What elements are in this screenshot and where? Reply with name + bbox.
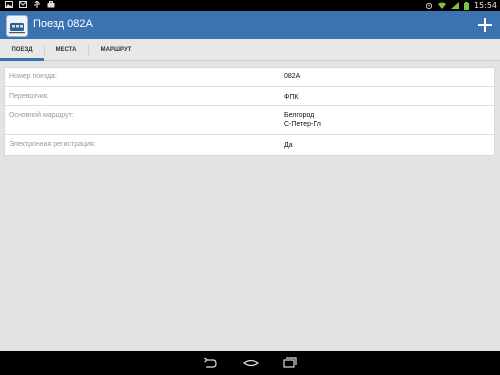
tab-train[interactable]: ПОЕЗД — [0, 39, 44, 61]
detail-value-line2: С-Петер-Гл — [284, 121, 321, 128]
status-time: 15:54 — [473, 1, 497, 10]
tab-bar: ПОЕЗД МЕСТА МАРШРУТ — [0, 39, 500, 61]
detail-label: Основной маршрут: — [9, 112, 74, 119]
detail-row-eregistration: Электронная регистрация: Да — [5, 135, 494, 155]
image-icon — [5, 1, 13, 8]
detail-label: Номер поезда: — [9, 73, 57, 80]
briefcase-icon — [47, 1, 55, 8]
navigation-bar — [0, 351, 500, 375]
back-icon[interactable] — [203, 357, 217, 369]
detail-row-route: Основной маршрут: Белгород С-Петер-Гл — [5, 106, 494, 135]
detail-label: Электронная регистрация: — [9, 141, 96, 148]
train-details-card: Номер поезда: 082А Перевозчик: ФПК Основ… — [4, 67, 495, 156]
train-icon — [9, 23, 25, 34]
tab-seats[interactable]: МЕСТА — [44, 39, 88, 61]
plus-icon[interactable] — [476, 16, 494, 34]
status-bar: 15:54 — [0, 0, 500, 11]
detail-row-number: Номер поезда: 082А — [5, 68, 494, 87]
battery-icon — [463, 1, 469, 10]
home-icon[interactable] — [243, 357, 259, 369]
detail-value: 082А — [284, 73, 301, 80]
mail-icon — [19, 1, 27, 8]
detail-row-carrier: Перевозчик: ФПК — [5, 87, 494, 106]
alarm-icon — [425, 2, 432, 9]
recent-apps-icon[interactable] — [283, 357, 297, 369]
signal-icon — [450, 2, 459, 9]
wifi-icon — [437, 2, 446, 9]
detail-label: Перевозчик: — [9, 93, 49, 100]
app-logo-icon[interactable] — [6, 15, 28, 37]
tab-route[interactable]: МАРШРУТ — [88, 39, 144, 61]
usb-icon — [34, 1, 40, 8]
detail-value: ФПК — [284, 94, 299, 101]
detail-value-line1: Белгород — [284, 112, 315, 119]
page-title: Поезд 082А — [33, 18, 93, 30]
detail-value: Да — [284, 142, 293, 149]
